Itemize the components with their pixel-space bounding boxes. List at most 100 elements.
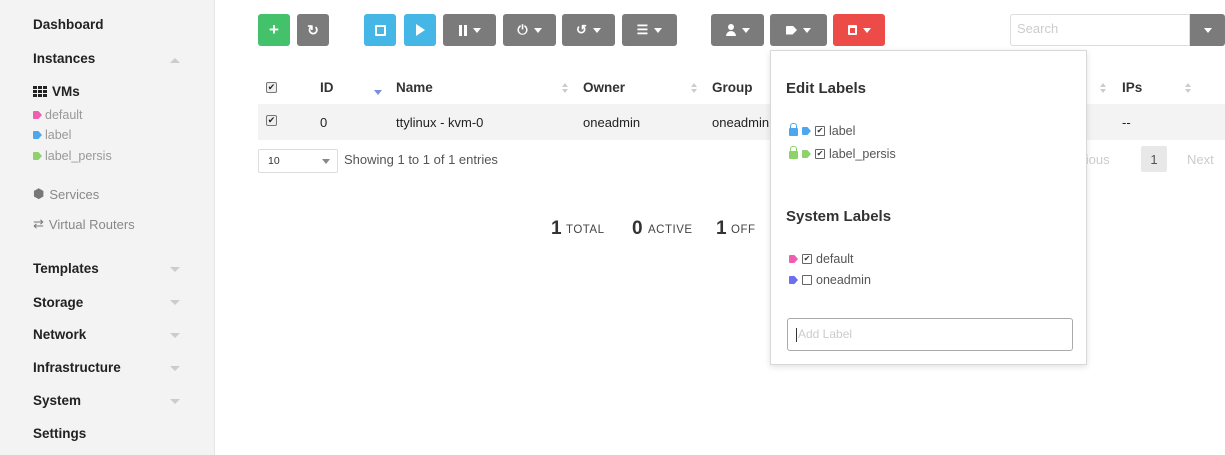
- play-button[interactable]: [404, 14, 436, 46]
- label-name: default: [816, 252, 854, 266]
- cell-ips: --: [1122, 115, 1131, 130]
- caret-down-icon: [1203, 27, 1212, 33]
- column-header-id[interactable]: ID: [320, 80, 334, 95]
- sort-icon[interactable]: [562, 83, 568, 93]
- pause-menu-button[interactable]: [443, 14, 496, 46]
- add-label-input[interactable]: Add Label: [787, 318, 1073, 351]
- create-button[interactable]: +: [258, 14, 290, 46]
- caret-down-icon: [654, 27, 663, 33]
- power-menu-button[interactable]: ⏻: [503, 14, 556, 46]
- label-name: label_persis: [829, 147, 896, 161]
- column-header-name[interactable]: Name: [396, 80, 433, 95]
- play-icon: [415, 24, 425, 36]
- sidebar-item-storage[interactable]: Storage: [33, 295, 83, 310]
- sidebar-item-dashboard[interactable]: Dashboard: [33, 17, 104, 32]
- text-cursor: [796, 327, 797, 342]
- sort-desc-icon[interactable]: [374, 90, 382, 95]
- sidebar-item-templates[interactable]: Templates: [33, 261, 99, 276]
- select-all-checkbox[interactable]: ✔: [266, 82, 277, 93]
- tag-icon: [789, 276, 798, 284]
- sidebar-item-services-label: Services: [49, 186, 100, 202]
- search-options-button[interactable]: [1190, 14, 1225, 46]
- chevron-down-icon[interactable]: [170, 366, 180, 371]
- chevron-down-icon[interactable]: [170, 399, 180, 404]
- table-info: Showing 1 to 1 of 1 entries: [344, 152, 498, 167]
- sidebar-item-vms[interactable]: VMs: [33, 84, 80, 99]
- cell-group: oneadmin: [712, 115, 770, 130]
- refresh-button[interactable]: ↻: [297, 14, 329, 46]
- edit-labels-title: Edit Labels: [786, 80, 867, 97]
- lock-icon[interactable]: [789, 146, 798, 159]
- list-menu-button[interactable]: ☰: [622, 14, 677, 46]
- column-header-owner[interactable]: Owner: [583, 80, 625, 95]
- sidebar-item-settings[interactable]: Settings: [33, 426, 86, 441]
- label-name: label: [829, 124, 856, 138]
- chevron-up-icon[interactable]: [170, 58, 180, 63]
- pagination-next[interactable]: Next: [1187, 152, 1214, 167]
- labels-menu-button[interactable]: [770, 14, 827, 46]
- sidebar-item-services[interactable]: ⬢ Services: [33, 186, 99, 202]
- stat-active-count: 0: [632, 218, 643, 239]
- chevron-down-icon[interactable]: [170, 333, 180, 338]
- tag-icon: [802, 150, 811, 158]
- search-input[interactable]: Search: [1010, 14, 1190, 46]
- labels-dropdown: Edit Labels ✔ label ✔ label_persis Syste…: [770, 50, 1087, 365]
- label-checkbox[interactable]: [802, 275, 812, 285]
- sidebar-label-label-persis[interactable]: label_persis: [33, 149, 112, 163]
- cell-owner: oneadmin: [583, 115, 641, 130]
- caret-down-icon: [472, 27, 481, 33]
- tag-icon: [802, 127, 811, 135]
- reboot-menu-button[interactable]: ↺: [562, 14, 615, 46]
- plus-icon: +: [269, 20, 279, 39]
- sidebar-label-label[interactable]: label: [33, 128, 71, 142]
- system-label-item[interactable]: oneadmin: [789, 273, 871, 287]
- page-length-select[interactable]: 10: [258, 149, 338, 173]
- sidebar-item-network[interactable]: Network: [33, 327, 86, 342]
- tag-icon: [33, 111, 42, 119]
- sidebar-item-virtual-routers[interactable]: ⇄ Virtual Routers: [33, 216, 135, 232]
- label-checkbox[interactable]: ✔: [815, 149, 825, 159]
- user-menu-button[interactable]: [711, 14, 764, 46]
- sidebar-label-text: label_persis: [45, 149, 112, 163]
- unlock-icon[interactable]: [789, 123, 798, 136]
- label-checkbox[interactable]: ✔: [815, 126, 825, 136]
- edit-label-item[interactable]: ✔ label_persis: [789, 146, 896, 161]
- sort-icon[interactable]: [691, 83, 697, 93]
- sidebar-item-infrastructure[interactable]: Infrastructure: [33, 360, 121, 375]
- sort-icon[interactable]: [1100, 83, 1106, 93]
- cell-id: 0: [320, 115, 328, 130]
- pagination-current[interactable]: 1: [1141, 146, 1167, 172]
- label-name: oneadmin: [816, 273, 871, 287]
- grid-icon: [33, 86, 47, 97]
- stat-off-count: 1: [716, 218, 727, 239]
- row-checkbox[interactable]: ✔: [266, 115, 277, 126]
- cell-name: ttylinux - kvm-0: [396, 115, 484, 130]
- random-icon: ⇄: [33, 216, 44, 231]
- chevron-down-icon[interactable]: [170, 267, 180, 272]
- system-label-item[interactable]: ✔ default: [789, 252, 854, 266]
- stat-off-label: OFF: [731, 224, 756, 236]
- caret-down-icon: [533, 27, 542, 33]
- sidebar-item-system[interactable]: System: [33, 393, 81, 408]
- edit-label-item[interactable]: ✔ label: [789, 123, 856, 138]
- column-header-group[interactable]: Group: [712, 80, 753, 95]
- sort-icon[interactable]: [1185, 83, 1191, 93]
- pause-icon: [458, 24, 467, 36]
- sidebar-item-instances[interactable]: Instances: [33, 51, 95, 66]
- delete-menu-button[interactable]: [833, 14, 885, 46]
- reboot-icon: ↺: [576, 22, 587, 37]
- sidebar-label-text: default: [45, 108, 83, 122]
- sidebar: Dashboard Instances VMs default label la…: [0, 0, 215, 455]
- tag-icon: [33, 152, 42, 160]
- page-length-value: 10: [268, 155, 280, 167]
- sidebar-label-default[interactable]: default: [33, 108, 83, 122]
- system-labels-title: System Labels: [786, 208, 892, 225]
- save-button[interactable]: [364, 14, 396, 46]
- stat-active-label: ACTIVE: [648, 224, 693, 236]
- label-checkbox[interactable]: ✔: [802, 254, 812, 264]
- column-header-ips[interactable]: IPs: [1122, 80, 1142, 95]
- tag-icon: [33, 131, 42, 139]
- sidebar-item-vms-label: VMs: [52, 84, 80, 99]
- caret-down-icon: [322, 159, 330, 164]
- chevron-down-icon[interactable]: [170, 300, 180, 305]
